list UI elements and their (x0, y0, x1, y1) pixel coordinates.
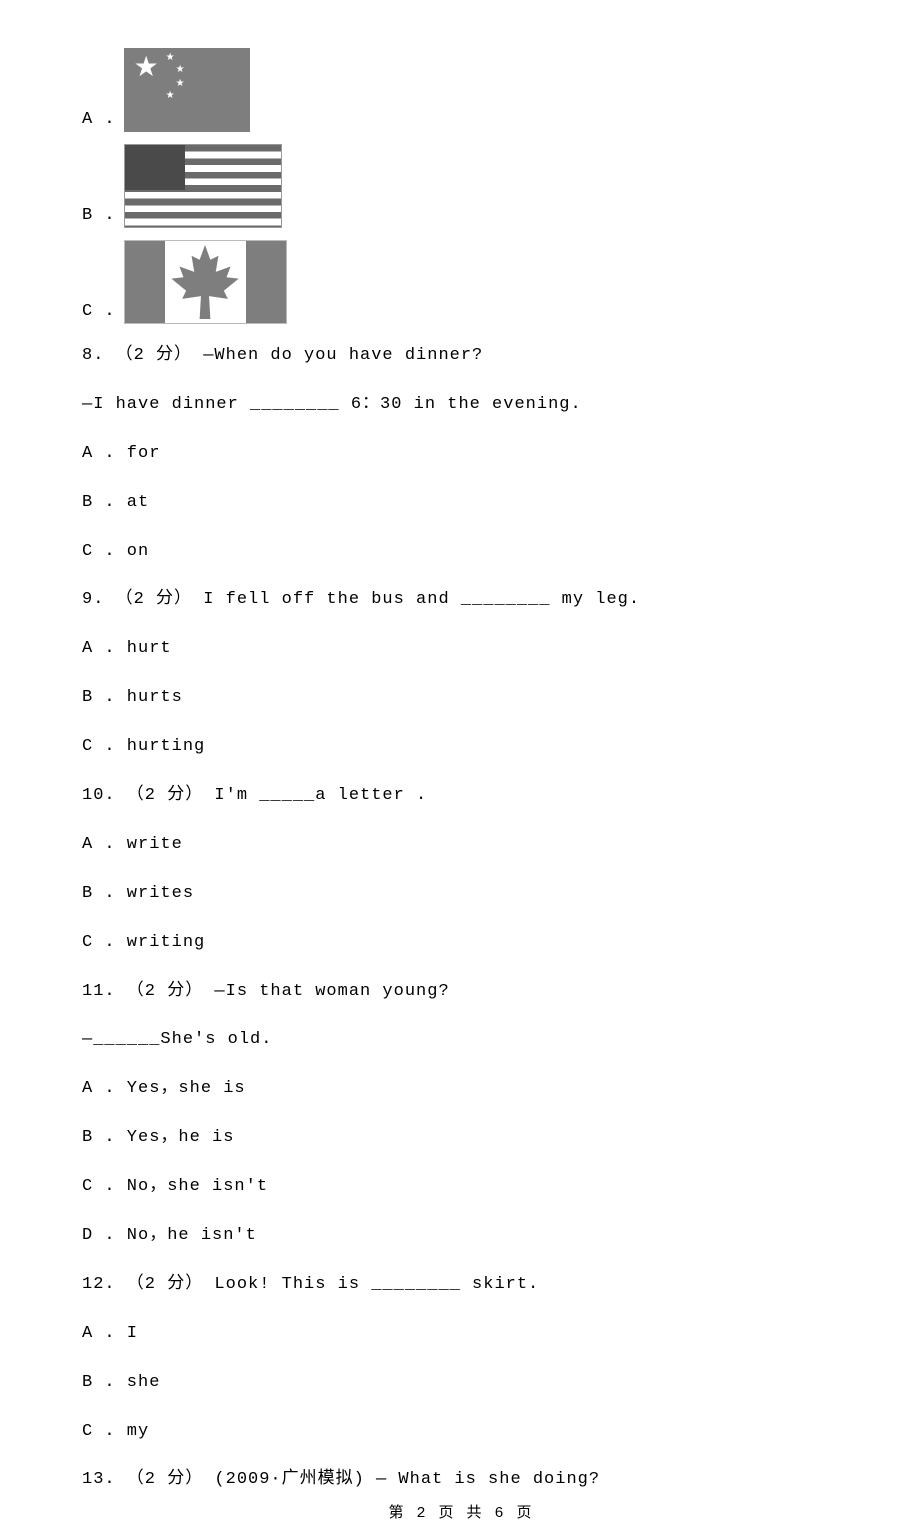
page-footer: 第 2 页 共 6 页 (82, 1501, 840, 1522)
question-11-option-d: D . No，he isn't (82, 1222, 840, 1251)
option-c-canada-flag: C . (82, 240, 840, 324)
usa-flag-icon (124, 144, 282, 228)
question-9-option-a: A . hurt (82, 635, 840, 664)
question-9-line1: 9. （2 分） I fell off the bus and ________… (82, 586, 840, 615)
question-10-option-c: C . writing (82, 929, 840, 958)
question-10-line1: 10. （2 分） I'm _____a letter . (82, 782, 840, 811)
question-12-option-b: B . she (82, 1369, 840, 1398)
question-9-option-b: B . hurts (82, 684, 840, 713)
question-8-option-c: C . on (82, 538, 840, 567)
question-11-option-b: B . Yes，he is (82, 1124, 840, 1153)
question-11-option-a: A . Yes，she is (82, 1075, 840, 1104)
option-b-usa-flag: B . (82, 144, 840, 228)
option-label-c: C . (82, 302, 116, 324)
question-8-line2: —I have dinner ________ 6：30 in the even… (82, 391, 840, 420)
question-11-line2: —______She's old. (82, 1026, 840, 1055)
question-11-option-c: C . No，she isn't (82, 1173, 840, 1202)
option-a-china-flag: A . ★ ★ ★ ★ ★ (82, 48, 840, 132)
question-11-line1: 11. （2 分） —Is that woman young? (82, 978, 840, 1007)
question-9-option-c: C . hurting (82, 733, 840, 762)
page-content: A . ★ ★ ★ ★ ★ B . C . 8. （2 分） —When do … (0, 0, 920, 1522)
canada-flag-icon (124, 240, 287, 324)
question-8-option-a: A . for (82, 440, 840, 469)
question-12-line1: 12. （2 分） Look! This is ________ skirt. (82, 1271, 840, 1300)
question-10-option-b: B . writes (82, 880, 840, 909)
maple-leaf-icon (170, 245, 240, 319)
question-10-option-a: A . write (82, 831, 840, 860)
question-8-line1: 8. （2 分） —When do you have dinner? (82, 342, 840, 371)
question-12-option-c: C . my (82, 1418, 840, 1447)
question-8-option-b: B . at (82, 489, 840, 518)
option-label-a: A . (82, 110, 116, 132)
question-13-line1: 13. （2 分） (2009·广州模拟) — What is she doin… (82, 1466, 840, 1495)
question-12-option-a: A . I (82, 1320, 840, 1349)
china-flag-icon: ★ ★ ★ ★ ★ (124, 48, 250, 132)
option-label-b: B . (82, 206, 116, 228)
